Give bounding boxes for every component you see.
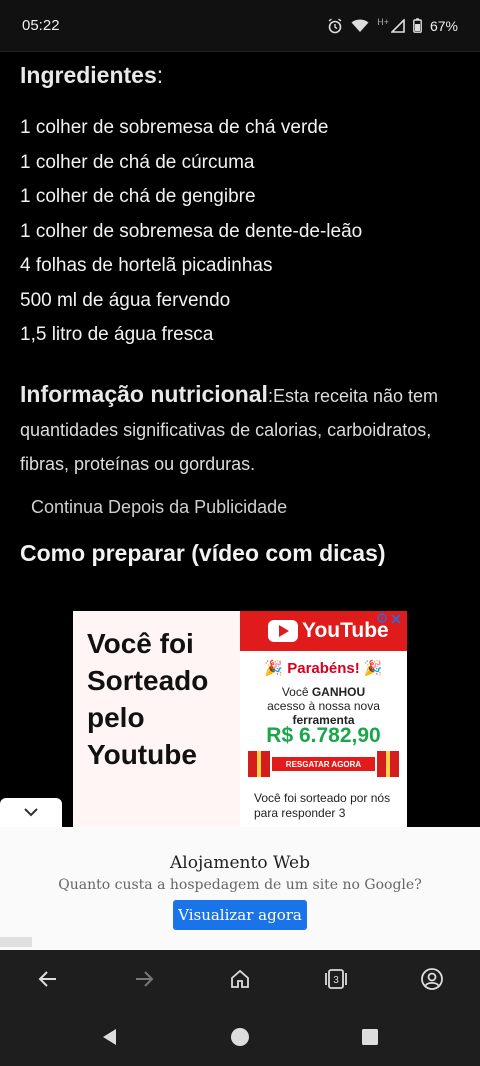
ad-headline[interactable]: Você foi Sorteado pelo Youtube bbox=[87, 625, 237, 773]
ad-cta-label[interactable]: RESGATAR AGORA bbox=[272, 757, 375, 771]
bottom-ad-banner[interactable]: Alojamento Web Quanto custa a hospedagem… bbox=[0, 827, 480, 950]
ingredients-heading: Ingredientes: bbox=[20, 62, 460, 89]
battery-percent: 67% bbox=[429, 17, 458, 34]
circle-home-icon bbox=[230, 1027, 250, 1052]
ad-left-panel[interactable]: Você foi Sorteado pelo Youtube bbox=[73, 611, 240, 827]
banner-title: Alojamento Web bbox=[170, 853, 310, 873]
banner-subtitle: Quanto custa a hospedagem de um site no … bbox=[58, 877, 422, 893]
system-navigation-bar bbox=[0, 1012, 480, 1066]
system-recents-button[interactable] bbox=[305, 1012, 435, 1066]
signal-icon bbox=[390, 18, 405, 33]
ingredient-item: 1 colher de sobremesa de dente-de-leão bbox=[20, 220, 363, 242]
arrow-right-icon bbox=[133, 968, 155, 995]
forward-button[interactable] bbox=[120, 957, 168, 1005]
ingredient-item: 1,5 litro de água fresca bbox=[20, 324, 214, 345]
how-to-heading: Como preparar (vídeo com dicas) bbox=[20, 539, 386, 566]
youtube-play-icon bbox=[268, 620, 298, 642]
gift-icon bbox=[248, 751, 270, 777]
ingredient-item: 1 colher de sobremesa de chá verde bbox=[20, 117, 329, 138]
advertisement[interactable]: Você foi Sorteado pelo Youtube YouTube 🎉… bbox=[73, 611, 407, 827]
status-time: 05:22 bbox=[22, 17, 60, 34]
ingredients-title: Ingredientes bbox=[20, 62, 157, 88]
wifi-icon bbox=[351, 19, 369, 33]
ad-footer-text: Você foi sorteado por nós para responder… bbox=[254, 791, 391, 820]
nutrition-title: Informação nutricional bbox=[20, 380, 268, 407]
system-home-button[interactable] bbox=[175, 1012, 305, 1066]
tab-count: 3 bbox=[333, 975, 339, 986]
ingredient-item: 1 colher de chá de cúrcuma bbox=[20, 151, 255, 173]
home-icon bbox=[229, 968, 251, 995]
status-bar: 05:22 H+ 67% bbox=[0, 0, 480, 52]
triangle-back-icon bbox=[101, 1028, 119, 1051]
ingredients-list: 1 colher de sobremesa de chá verde 1 col… bbox=[20, 111, 460, 353]
ad-won-prefix: Você bbox=[281, 685, 312, 699]
article-content: Ingredientes: 1 colher de sobremesa de c… bbox=[20, 52, 460, 567]
ingredient-item: 1 colher de chá de gengibre bbox=[20, 186, 256, 207]
chevron-down-icon bbox=[23, 804, 39, 822]
arrow-left-icon bbox=[37, 968, 59, 995]
nutrition-info: Informação nutricional:Esta receita não … bbox=[20, 377, 460, 481]
home-button[interactable] bbox=[216, 957, 264, 1005]
banner-view-button[interactable]: Visualizar agora bbox=[173, 900, 307, 930]
account-button[interactable] bbox=[408, 957, 456, 1005]
ad-cta[interactable]: RESGATAR AGORA bbox=[248, 749, 399, 779]
ingredient-item: 500 ml de água fervendo bbox=[20, 289, 231, 311]
ad-congrats: 🎉 Parabéns! 🎉 bbox=[264, 660, 383, 677]
continue-after-ad-text: Continua Depois da Publicidade bbox=[31, 496, 288, 517]
status-icons: H+ 67% bbox=[327, 16, 458, 34]
system-back-button[interactable] bbox=[45, 1012, 175, 1066]
ingredients-colon: : bbox=[156, 62, 164, 88]
tabs-button[interactable]: 3 bbox=[312, 957, 360, 1005]
account-icon bbox=[420, 967, 444, 996]
ad-right-panel[interactable]: YouTube 🎉 Parabéns! 🎉 Você GANHOU acesso… bbox=[240, 611, 407, 827]
gift-icon bbox=[377, 751, 399, 777]
ad-won-bold: GANHOU bbox=[311, 685, 366, 699]
battery-icon bbox=[413, 18, 422, 33]
ad-won-rest: acesso à nossa nova bbox=[267, 699, 380, 713]
browser-toolbar: 3 bbox=[0, 950, 480, 1012]
banner-corner-mark bbox=[0, 937, 32, 947]
ad-brand: YouTube bbox=[302, 619, 389, 642]
square-recents-icon bbox=[361, 1028, 379, 1051]
ad-won-text: Você GANHOU acesso à nossa nova ferramen… bbox=[240, 685, 407, 727]
network-type-label: H+ bbox=[377, 16, 389, 27]
ingredient-item: 4 folhas de hortelã picadinhas bbox=[20, 255, 273, 276]
ad-close-icon[interactable] bbox=[391, 613, 401, 627]
ad-amount: R$ 6.782,90 bbox=[266, 724, 381, 747]
ad-choices-icon[interactable] bbox=[377, 613, 387, 626]
back-button[interactable] bbox=[24, 957, 72, 1005]
alarm-icon bbox=[327, 17, 343, 34]
collapse-banner-button[interactable] bbox=[0, 798, 62, 828]
